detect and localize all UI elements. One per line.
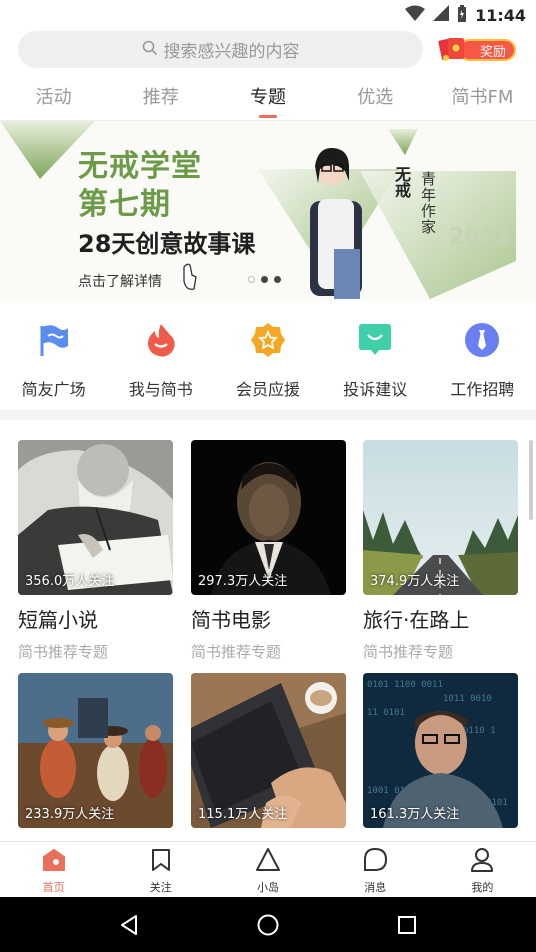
back-button[interactable]	[114, 910, 144, 940]
topic-followers: 297.3万人关注	[198, 574, 288, 589]
topic-cover-image: 115.1万人关注	[191, 673, 346, 828]
banner-author-tag: 青年作家	[419, 171, 437, 235]
chat-icon	[359, 324, 392, 355]
svg-text:1011 0010: 1011 0010	[443, 694, 492, 704]
nav-label: 我的	[471, 881, 494, 894]
quick-label: 会员应援	[236, 380, 301, 399]
back-icon	[121, 914, 138, 935]
topic-followers: 356.0万人关注	[25, 574, 115, 589]
tab-bar: 活动 推荐 专题 优选 简书FM	[0, 75, 536, 121]
profile-icon	[471, 848, 494, 872]
topic-card[interactable]: 233.9万人关注 故事	[18, 673, 173, 866]
topic-cover-image: 297.3万人关注	[191, 440, 346, 595]
topic-cover-image: 0101 1100 0011 1011 0010 11 0101 0110 1 …	[363, 673, 518, 828]
topic-cover-image: 233.9万人关注	[18, 673, 173, 828]
search-placeholder: 搜索感兴趣的内容	[163, 42, 300, 62]
quick-label: 我与简书	[128, 380, 193, 399]
nav-label: 首页	[42, 881, 65, 894]
topic-card[interactable]: 374.9万人关注 旅行·在路上 简书推荐专题	[363, 440, 518, 662]
topic-followers: 161.3万人关注	[370, 807, 460, 822]
star-badge-icon	[251, 323, 285, 357]
quick-menu: 简友广场 我与简书 会员应援 投诉建议 工作招聘	[0, 318, 536, 402]
triangle-icon	[256, 848, 280, 871]
topic-cover-image: 374.9万人关注	[363, 440, 518, 595]
topic-cover-image: 356.0万人关注	[18, 440, 173, 595]
banner-subtitle: 28天创意故事课	[78, 230, 256, 258]
topic-title: 短篇小说	[18, 608, 98, 632]
quick-label: 工作招聘	[450, 380, 515, 399]
flame-icon	[147, 324, 175, 357]
home-button[interactable]	[253, 910, 283, 940]
topic-subtitle: 简书推荐专题	[18, 643, 109, 661]
circle-home-icon	[257, 914, 279, 935]
bottom-nav: 首页 关注 小岛 消息 我的	[0, 841, 536, 897]
tab-recommend[interactable]: 推荐	[107, 75, 214, 120]
wifi-icon	[405, 5, 426, 25]
search-row: 搜索感兴趣的内容 奖励	[0, 30, 536, 70]
nav-profile[interactable]: 我的	[429, 842, 536, 897]
nav-label: 小岛	[257, 881, 279, 894]
tab-activity[interactable]: 活动	[0, 75, 107, 120]
topic-card[interactable]: 115.1万人关注	[191, 673, 346, 828]
reward-button[interactable]: 奖励	[436, 35, 520, 65]
carousel-dot[interactable]	[274, 276, 281, 283]
topic-followers: 233.9万人关注	[25, 807, 115, 822]
carousel-dot-active[interactable]	[261, 276, 268, 283]
recents-button[interactable]	[392, 910, 422, 940]
topic-subtitle: 简书推荐专题	[191, 643, 282, 661]
search-icon	[142, 40, 158, 60]
banner-link[interactable]: 点击了解详情	[78, 271, 162, 291]
quick-label: 投诉建议	[343, 380, 408, 399]
system-nav-bar	[0, 897, 536, 952]
topic-subtitle: 简书推荐专题	[363, 643, 454, 661]
carousel-dot[interactable]	[248, 276, 255, 283]
tab-topics[interactable]: 专题	[214, 75, 321, 120]
home-icon	[42, 849, 65, 871]
section-divider	[0, 410, 536, 420]
nav-follow[interactable]: 关注	[107, 842, 214, 897]
topic-title: 旅行·在路上	[363, 608, 470, 632]
nav-island[interactable]: 小岛	[214, 842, 321, 897]
quick-label: 简友广场	[21, 380, 86, 399]
search-input[interactable]: 搜索感兴趣的内容	[18, 31, 423, 68]
quick-item-square[interactable]: 简友广场	[0, 318, 107, 402]
status-bar: 11:44	[0, 0, 536, 30]
carousel-indicator	[248, 276, 281, 283]
quick-item-jobs[interactable]: 工作招聘	[429, 318, 536, 402]
nav-messages[interactable]: 消息	[322, 842, 429, 897]
tab-fm[interactable]: 简书FM	[429, 75, 536, 120]
banner-author-name: 无戒	[392, 166, 411, 198]
red-envelope-icon	[438, 35, 468, 63]
quick-item-feedback[interactable]: 投诉建议	[322, 318, 429, 402]
message-icon	[364, 847, 388, 871]
topic-followers: 115.1万人关注	[198, 807, 288, 822]
svg-text:0110 1: 0110 1	[463, 726, 496, 736]
banner-year: 2021	[449, 225, 511, 250]
nav-label: 消息	[364, 881, 387, 894]
svg-text:11 0101: 11 0101	[367, 708, 405, 718]
quick-item-me-and-jianshu[interactable]: 我与简书	[107, 318, 214, 402]
topic-card[interactable]: 297.3万人关注 简书电影 简书推荐专题	[191, 440, 346, 662]
topic-card[interactable]: 356.0万人关注 短篇小说 简书推荐专题	[18, 440, 173, 662]
topic-followers: 374.9万人关注	[370, 574, 460, 589]
banner-issue: 第七期	[78, 187, 171, 222]
status-time: 11:44	[475, 5, 526, 25]
svg-text:0101 1100 0011: 0101 1100 0011	[367, 680, 443, 690]
square-recents-icon	[397, 915, 416, 934]
scrollbar[interactable]	[529, 440, 533, 520]
nav-home[interactable]: 首页	[0, 842, 107, 897]
tie-icon	[465, 323, 500, 357]
nav-label: 关注	[149, 881, 172, 894]
promo-banner[interactable]: 无戒学堂 第七期 28天创意故事课 点击了解详情 无戒 青年作家 2021	[0, 121, 536, 301]
bookmark-icon	[151, 849, 170, 871]
topic-card[interactable]: 0101 1100 0011 1011 0010 11 0101 0110 1 …	[363, 673, 518, 828]
quick-item-member-support[interactable]: 会员应援	[214, 318, 321, 402]
tab-featured[interactable]: 优选	[322, 75, 429, 120]
topic-title: 简书电影	[191, 608, 271, 632]
flag-icon	[40, 325, 68, 356]
signal-icon	[433, 5, 450, 25]
battery-icon	[457, 4, 467, 26]
